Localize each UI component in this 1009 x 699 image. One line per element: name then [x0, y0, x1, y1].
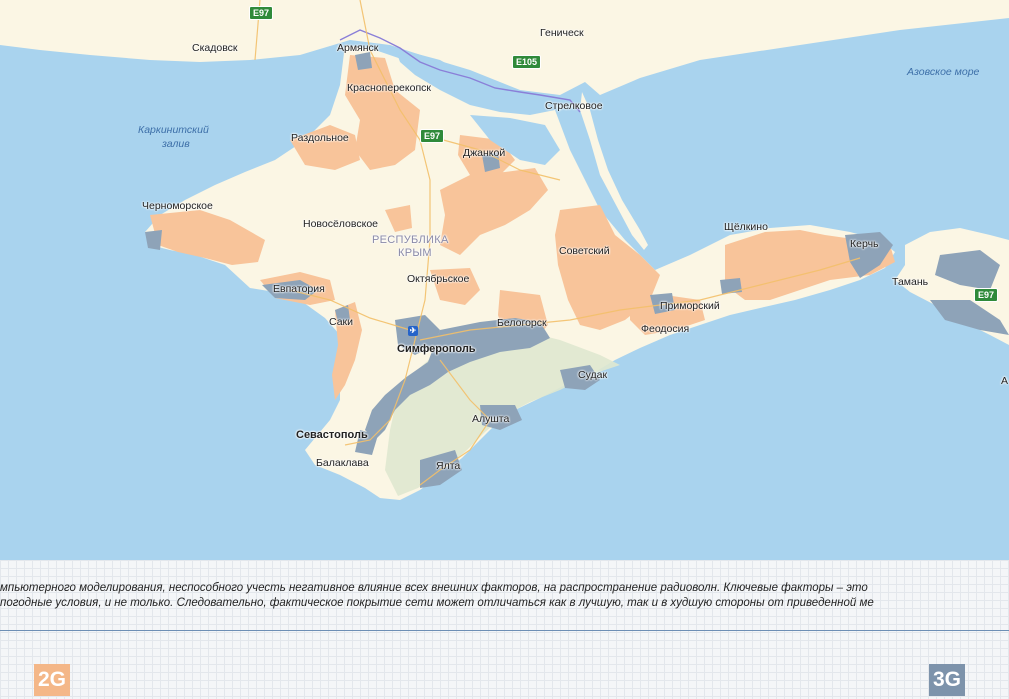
- city-armyansk[interactable]: Армянск: [337, 42, 378, 54]
- road-shield-e97-mid: E97: [420, 129, 445, 143]
- karkinit-bay-label-2: залив: [162, 138, 190, 150]
- city-sevastopol[interactable]: Севастополь: [296, 429, 368, 441]
- city-shchelkino[interactable]: Щёлкино: [724, 221, 768, 233]
- city-belogorsk[interactable]: Белогорск: [497, 317, 547, 329]
- city-oktyabrskoe[interactable]: Октябрьское: [407, 273, 469, 285]
- legend-3g-button[interactable]: 3G: [929, 664, 965, 696]
- city-novoselovskoe[interactable]: Новосёловское: [303, 218, 378, 230]
- station-icon: ✈: [408, 326, 418, 336]
- city-razdolnoe[interactable]: Раздольное: [291, 132, 349, 144]
- road-shield-e105: E105: [512, 55, 542, 69]
- karkinit-bay-label-1: Каркинитский: [138, 124, 209, 136]
- city-edge-a: А: [1001, 375, 1009, 387]
- road-shield-e97-east: E97: [974, 288, 999, 302]
- map-canvas: [0, 0, 1009, 560]
- legend-2g-button[interactable]: 2G: [34, 664, 70, 696]
- city-sovetsky[interactable]: Советский: [559, 245, 610, 257]
- region-label-line2: КРЫМ: [398, 247, 432, 259]
- road-shield-e97-top: E97: [249, 6, 274, 20]
- city-kerch[interactable]: Керчь: [850, 238, 879, 250]
- city-skadovsk[interactable]: Скадовск: [192, 42, 238, 54]
- city-evpatoria[interactable]: Евпатория: [273, 283, 325, 295]
- city-feodosia[interactable]: Феодосия: [641, 323, 689, 335]
- city-genichesk[interactable]: Геническ: [540, 27, 584, 39]
- disclaimer-line-2: погодные условия, и не только. Следовате…: [0, 597, 874, 609]
- city-sudak[interactable]: Судак: [578, 369, 607, 381]
- city-yalta[interactable]: Ялта: [436, 460, 460, 472]
- city-dzhankoy[interactable]: Джанкой: [463, 147, 505, 159]
- city-krasnoperekopsk[interactable]: Красноперекопск: [347, 82, 431, 94]
- disclaimer-line-1: мпьютерного моделирования, неспособного …: [0, 582, 868, 594]
- region-label-line1: РЕСПУБЛИКА: [372, 234, 449, 246]
- separator-line: [0, 630, 1009, 631]
- city-simferopol[interactable]: Симферополь: [397, 343, 476, 355]
- city-primorsky[interactable]: Приморский: [660, 300, 720, 312]
- coverage-map[interactable]: Азовское море Каркинитский залив РЕСПУБЛ…: [0, 0, 1009, 560]
- city-alushta[interactable]: Алушта: [472, 413, 509, 425]
- city-taman[interactable]: Тамань: [892, 276, 928, 288]
- city-chernomorskoe[interactable]: Черноморское: [142, 200, 213, 212]
- city-saki[interactable]: Саки: [329, 316, 353, 328]
- azov-sea-label: Азовское море: [907, 66, 980, 78]
- city-balaklava[interactable]: Балаклава: [316, 457, 369, 469]
- city-strelkovoe[interactable]: Стрелковое: [545, 100, 603, 112]
